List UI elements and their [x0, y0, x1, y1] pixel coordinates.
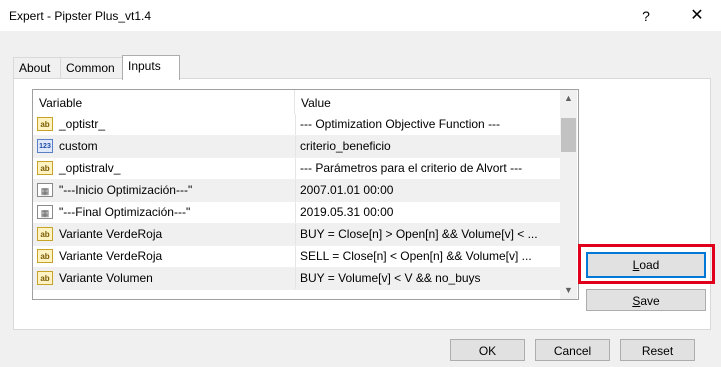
variable-cell: _optistralv_ — [59, 161, 121, 175]
ok-button[interactable]: OK — [450, 339, 525, 361]
cancel-button[interactable]: Cancel — [535, 339, 610, 361]
variable-cell: "---Inicio Optimización---" — [59, 183, 193, 197]
value-cell[interactable]: --- Parámetros para el criterio de Alvor… — [295, 158, 557, 179]
value-cell[interactable]: --- Optimization Objective Function --- — [295, 114, 557, 135]
value-cell[interactable]: criterio_beneficio — [295, 136, 557, 157]
table-row[interactable]: ▦ "---Final Optimización---" 2019.05.31 … — [33, 202, 560, 224]
table-row[interactable]: ▦ "---Inicio Optimización---" 2007.01.01… — [33, 180, 560, 202]
table-row[interactable]: ab Variante VerdeRoja BUY = Close[n] > O… — [33, 224, 560, 246]
string-type-icon: ab — [37, 227, 53, 241]
column-header-value[interactable]: Value — [295, 90, 331, 114]
table-row[interactable]: ab Variante VerdeRoja SELL = Close[n] < … — [33, 246, 560, 268]
variable-cell: Variante Volumen — [59, 271, 153, 285]
integer-type-icon: 123 — [37, 139, 53, 153]
window-title: Expert - Pipster Plus_vt1.4 — [9, 9, 152, 23]
table-row[interactable]: 123 custom criterio_beneficio — [33, 136, 560, 158]
save-button[interactable]: Save — [586, 289, 706, 311]
close-button[interactable]: ✕ — [677, 4, 717, 28]
variable-cell: _optistr_ — [59, 117, 106, 131]
title-bar: Expert - Pipster Plus_vt1.4 ? ✕ — [0, 0, 721, 31]
value-cell[interactable]: SELL = Close[n] < Open[n] && Volume[v] .… — [295, 246, 557, 267]
table-row[interactable]: ab _optistralv_ --- Parámetros para el c… — [33, 158, 560, 180]
scrollbar-thumb[interactable] — [561, 118, 576, 152]
string-type-icon: ab — [37, 249, 53, 263]
grid-header: Variable Value — [33, 90, 578, 114]
variable-cell: "---Final Optimización---" — [59, 205, 191, 219]
string-type-icon: ab — [37, 271, 53, 285]
scroll-down-icon[interactable]: ▼ — [560, 282, 577, 299]
value-cell[interactable]: 2019.05.31 00:00 — [295, 202, 557, 223]
scroll-up-icon[interactable]: ▲ — [560, 90, 577, 107]
inputs-grid[interactable]: Variable Value ab _optistr_ --- Optimiza… — [32, 89, 579, 300]
value-cell[interactable]: BUY = Close[n] > Open[n] && Volume[v] < … — [295, 224, 557, 245]
load-label: oad — [639, 258, 660, 272]
variable-cell: Variante VerdeRoja — [59, 249, 163, 263]
datetime-type-icon: ▦ — [37, 183, 53, 197]
tab-inputs[interactable]: Inputs — [122, 55, 180, 80]
value-cell[interactable]: 2007.01.01 00:00 — [295, 180, 557, 201]
datetime-type-icon: ▦ — [37, 205, 53, 219]
column-header-variable[interactable]: Variable — [33, 90, 82, 114]
table-row[interactable]: ab _optistr_ --- Optimization Objective … — [33, 114, 560, 136]
vertical-scrollbar[interactable]: ▲ ▼ — [560, 90, 577, 299]
tab-common[interactable]: Common — [60, 57, 131, 78]
save-label: ave — [640, 294, 660, 308]
help-button[interactable]: ? — [626, 4, 666, 28]
table-row[interactable]: ab Variante Volumen BUY = Volume[v] < V … — [33, 268, 560, 290]
variable-cell: custom — [59, 139, 98, 153]
string-type-icon: ab — [37, 161, 53, 175]
value-cell[interactable]: BUY = Volume[v] < V && no_buys — [295, 268, 557, 289]
string-type-icon: ab — [37, 117, 53, 131]
load-button[interactable]: Load — [586, 252, 706, 278]
reset-button[interactable]: Reset — [620, 339, 695, 361]
variable-cell: Variante VerdeRoja — [59, 227, 163, 241]
